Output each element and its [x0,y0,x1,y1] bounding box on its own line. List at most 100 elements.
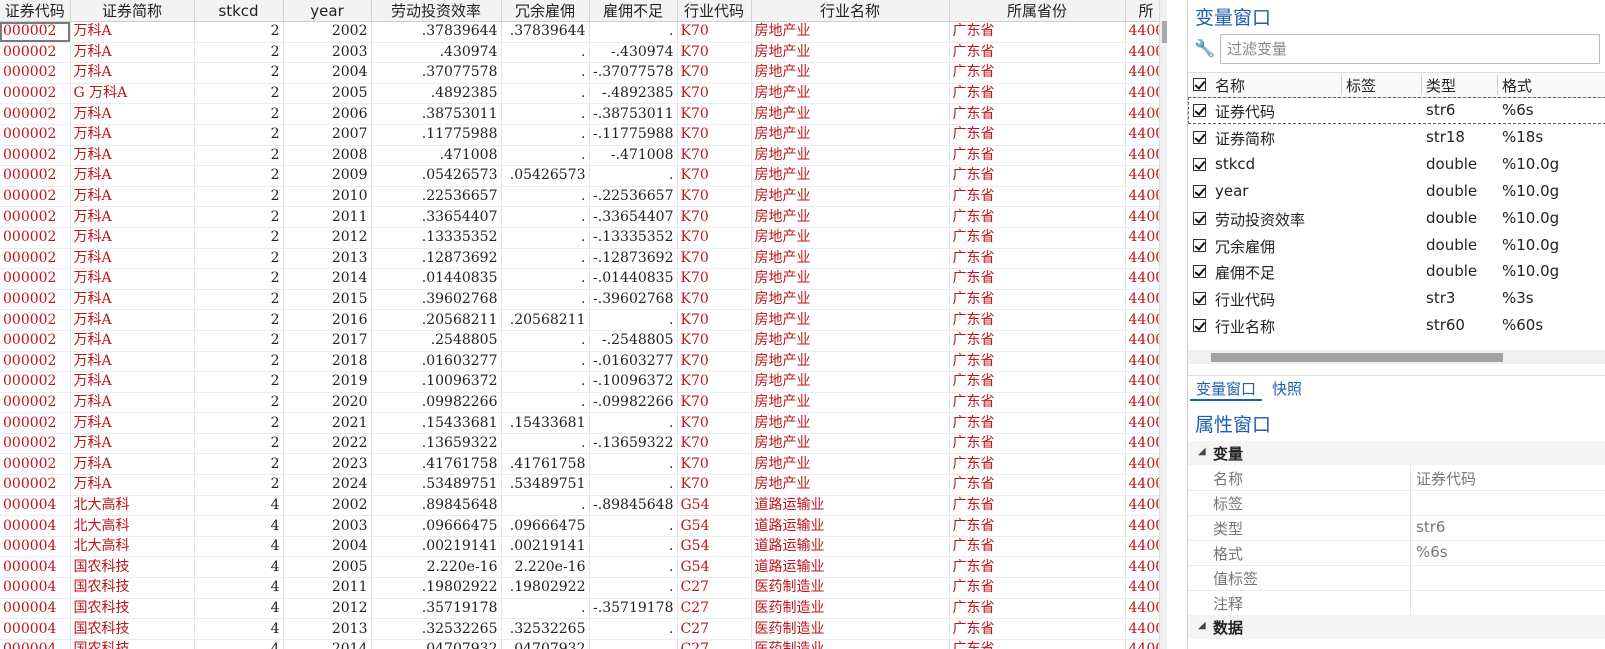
table-row[interactable]: 000002 万科A 2 2006.38753011. -.38753011 K70 房地产… [0,103,1167,125]
select-all-checkbox[interactable] [1193,78,1206,91]
table-cell[interactable]: 2013 [283,618,372,640]
table-cell[interactable]: 房地产业 [751,371,950,393]
table-cell[interactable]: -.35719178 [589,598,678,620]
table-cell[interactable]: 万科A [70,474,195,496]
table-cell[interactable]: 房地产业 [751,248,950,270]
table-cell[interactable]: -.4892385 [589,83,678,105]
header-type[interactable]: 类型 [1426,75,1456,96]
variable-checkbox[interactable] [1193,238,1206,252]
table-cell[interactable]: 2017 [283,330,372,352]
table-cell[interactable]: .01440835 [371,268,502,290]
table-cell[interactable]: 房地产业 [751,268,950,290]
table-cell[interactable]: . [501,124,590,146]
table-cell[interactable]: 万科A [70,289,195,311]
table-row[interactable]: 000002 万科A 2 2004.37077578. -.37077578 K70 房地产… [0,62,1167,84]
variable-checkbox[interactable] [1193,292,1206,306]
table-cell[interactable]: 万科A [70,186,195,208]
table-cell[interactable]: 2012 [283,598,372,620]
table-cell[interactable]: . [501,83,590,105]
table-cell[interactable]: 广东省 [949,21,1126,43]
property-value[interactable]: str6 [1416,518,1445,536]
table-cell[interactable]: 2 [194,330,284,352]
table-cell[interactable]: 000002 [0,351,71,373]
table-cell[interactable]: 国农科技 [70,639,195,649]
table-cell[interactable]: 万科A [70,248,195,270]
table-cell[interactable]: .05426573 [501,165,590,187]
table-cell[interactable]: .15433681 [501,412,590,434]
table-cell[interactable]: .13335352 [371,227,502,249]
header-name[interactable]: 名称 [1215,75,1245,96]
table-cell[interactable]: . [501,371,590,393]
table-cell[interactable]: .11775988 [371,124,502,146]
table-cell[interactable]: 万科A [70,227,195,249]
table-cell[interactable]: 2003 [283,42,372,64]
data-table[interactable]: 证券代码 证券简称 stkcd year 劳动投资效率 冗余雇佣 雇佣不足 行业代码 行业名称所… [0,0,1167,649]
table-cell[interactable]: 房地产业 [751,62,950,84]
table-cell[interactable]: .04707932 [371,639,502,649]
table-cell[interactable]: -.10096372 [589,371,678,393]
table-cell[interactable]: .12873692 [371,248,502,270]
table-row[interactable]: 000002 万科A 2 2012.13335352. -.13335352 K70 房地产… [0,227,1167,249]
table-cell[interactable]: -.22536657 [589,186,678,208]
table-cell[interactable]: -.38753011 [589,103,678,125]
table-cell[interactable]: 万科A [70,145,195,167]
table-cell[interactable]: K70 [677,453,752,476]
table-cell[interactable]: 2006 [283,103,372,125]
table-cell[interactable]: 000002 [0,392,71,414]
table-cell[interactable]: .20568211 [371,309,502,331]
table-cell[interactable]: 000002 [0,124,71,146]
table-cell[interactable]: 道路运输业 [751,515,950,537]
table-cell[interactable]: .32532265 [501,618,590,640]
table-cell[interactable]: 万科A [70,42,195,64]
table-cell[interactable]: 广东省 [949,474,1126,496]
table-cell[interactable]: 国农科技 [70,618,195,640]
wrench-icon[interactable]: 🔧 [1194,39,1215,59]
table-cell[interactable]: 000004 [0,598,71,620]
table-cell[interactable]: 房地产业 [751,206,950,228]
table-cell[interactable]: K70 [677,330,752,352]
property-row[interactable]: 类型 str6 [1188,515,1605,541]
table-cell[interactable]: K70 [677,248,752,270]
table-cell[interactable]: K70 [677,309,752,331]
table-cell[interactable]: 广东省 [949,186,1126,208]
table-cell[interactable]: .04707932 [501,639,590,649]
table-cell[interactable]: . [501,598,590,620]
column-header[interactable]: 冗余雇佣 [501,0,590,22]
table-cell[interactable]: 房地产业 [751,453,950,476]
table-cell[interactable]: 000002 [0,412,71,434]
table-cell[interactable]: 医药制造业 [751,618,950,640]
variable-checkbox[interactable] [1193,211,1206,225]
table-cell[interactable]: K70 [677,289,752,311]
table-cell[interactable]: 广东省 [949,536,1126,558]
table-cell[interactable]: 2012 [283,227,372,249]
property-row[interactable]: 格式 %6s [1188,540,1605,566]
table-row[interactable]: 000002 万科A 2 2021.15433681.15433681. K70 房地产业… [0,412,1167,434]
table-cell[interactable]: 广东省 [949,206,1126,228]
table-cell[interactable]: .53489751 [501,474,590,496]
table-cell[interactable]: .19802922 [501,577,590,599]
table-cell[interactable]: 000002 [0,227,71,249]
section-variable[interactable]: ◢ 变量 [1188,441,1605,465]
table-cell[interactable]: . [501,289,590,311]
table-cell[interactable]: 2011 [283,206,372,228]
table-cell[interactable]: 2 [194,371,284,393]
variable-row[interactable]: 证券代码 str6 %6s [1188,97,1605,124]
table-cell[interactable]: .41761758 [371,453,502,476]
collapse-triangle-icon[interactable]: ◢ [1198,620,1206,631]
table-cell[interactable]: . [589,165,678,187]
table-cell[interactable]: 000004 [0,577,71,599]
variable-row[interactable]: year double %10.0g [1188,178,1605,205]
table-row[interactable]: 000002 万科A 2 2019.10096372. -.10096372 K70 房地产… [0,371,1167,393]
table-cell[interactable]: K70 [677,165,752,187]
variable-row[interactable]: 行业名称 str60 %60s [1188,312,1605,339]
tab-snapshots[interactable]: 快照 [1266,378,1308,399]
table-cell[interactable]: 000002 [0,289,71,311]
table-cell[interactable]: . [589,453,678,476]
table-cell[interactable]: .37839644 [371,21,502,43]
table-cell[interactable]: 万科A [70,392,195,414]
table-cell[interactable]: 4 [194,577,284,599]
table-cell[interactable]: 2003 [283,515,372,537]
table-cell[interactable]: 2014 [283,639,372,649]
table-cell[interactable]: G54 [677,556,752,579]
variable-row[interactable]: 雇佣不足 double %10.0g [1188,258,1605,285]
